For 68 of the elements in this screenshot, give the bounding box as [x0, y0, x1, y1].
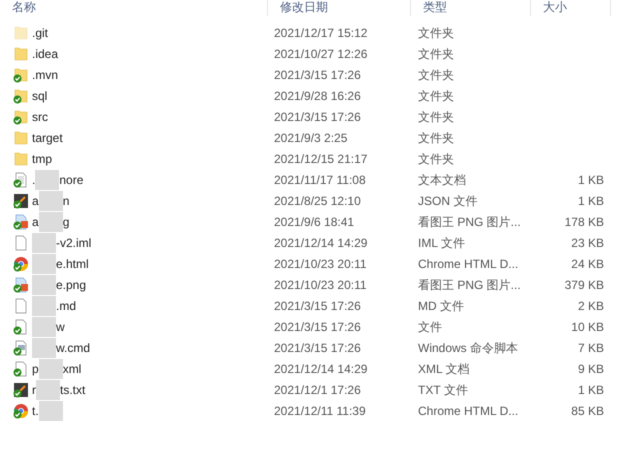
modified-date: 2021/9/6 18:41: [273, 214, 356, 230]
file-type: MD 文件: [417, 298, 465, 314]
file-size: 23 KB: [570, 234, 604, 252]
file-type: 文件夹: [417, 150, 455, 168]
file-type: 文件夹: [417, 88, 455, 104]
modified-date: 2021/3/15 17:26: [273, 318, 362, 336]
file-size: 1 KB: [576, 192, 604, 210]
file-type: 文件: [417, 318, 443, 336]
modified-date: 2021/12/17 15:12: [273, 24, 368, 42]
column-header[interactable]: 修改日期: [268, 0, 410, 14]
file-size: 85 KB: [570, 402, 604, 420]
modified-date: 2021/8/25 12:10: [273, 192, 362, 210]
modified-date: 2021/10/23 20:11: [273, 256, 368, 272]
modified-date: 2021/12/15 21:17: [273, 150, 368, 168]
modified-date: 2021/9/3 2:25: [273, 130, 348, 146]
file-type: 文件夹: [417, 24, 455, 42]
file-type: 文件夹: [417, 108, 455, 126]
file-size: 9 KB: [576, 360, 604, 378]
file-name[interactable]: sql: [32, 86, 48, 104]
file-type: IML 文件: [417, 234, 466, 252]
file-size: 2 KB: [576, 298, 604, 314]
file-name[interactable]: .mvn: [32, 66, 58, 84]
file-size: 1 KB: [576, 382, 604, 398]
file-name[interactable]: target: [32, 128, 63, 146]
modified-date: 2021/9/28 16:26: [273, 88, 362, 104]
file-type: 文本文档: [417, 172, 467, 188]
modified-date: 2021/12/14 14:29: [273, 234, 368, 252]
file-name[interactable]: tmp: [32, 150, 52, 168]
file-type: 文件夹: [417, 130, 455, 146]
modified-date: 2021/12/14 14:29: [273, 360, 368, 378]
column-header[interactable]: 类型: [411, 0, 530, 14]
modified-date: 2021/10/27 12:26: [273, 46, 368, 62]
file-type: Chrome HTML D...: [417, 402, 520, 420]
file-name[interactable]: r ts.txt: [32, 380, 86, 400]
file-name[interactable]: w.cmd: [32, 338, 90, 358]
file-size: 10 KB: [570, 318, 604, 336]
modified-date: 2021/12/11 11:39: [273, 402, 367, 420]
modified-date: 2021/12/1 17:26: [273, 382, 362, 398]
modified-date: 2021/3/15 17:26: [273, 108, 362, 126]
file-type: JSON 文件: [417, 192, 478, 210]
file-name[interactable]: .git: [32, 24, 48, 42]
file-name[interactable]: -v2.iml: [32, 232, 92, 252]
file-type: 看图王 PNG 图片...: [417, 276, 522, 294]
file-name[interactable]: e.png: [32, 274, 86, 294]
file-size: 178 KB: [564, 214, 604, 230]
file-type: Windows 命令脚本: [417, 340, 520, 356]
modified-date: 2021/3/15 17:26: [273, 66, 362, 84]
file-name[interactable]: p xml: [32, 358, 82, 378]
column-header[interactable]: 名称: [0, 0, 267, 14]
file-size: 24 KB: [570, 256, 604, 272]
file-name[interactable]: . nore: [32, 170, 84, 190]
file-name[interactable]: e.html: [32, 254, 89, 274]
column-header[interactable]: 大小: [531, 0, 610, 14]
modified-date: 2021/10/23 20:11: [273, 276, 368, 294]
modified-date: 2021/3/15 17:26: [273, 340, 362, 356]
file-type: 看图王 PNG 图片...: [417, 214, 522, 230]
modified-date: 2021/11/17 11:08: [273, 172, 367, 188]
file-name[interactable]: .idea: [32, 44, 58, 62]
file-type: XML 文档: [417, 360, 471, 378]
file-size: 7 KB: [576, 340, 604, 356]
file-type: 文件夹: [417, 66, 455, 84]
file-type: TXT 文件: [417, 382, 469, 398]
modified-date: 2021/3/15 17:26: [273, 298, 362, 314]
file-size: 379 KB: [564, 276, 604, 294]
file-type: Chrome HTML D...: [417, 256, 520, 272]
file-name[interactable]: src: [32, 108, 48, 126]
file-type: 文件夹: [417, 46, 455, 62]
file-size: 1 KB: [576, 172, 604, 188]
